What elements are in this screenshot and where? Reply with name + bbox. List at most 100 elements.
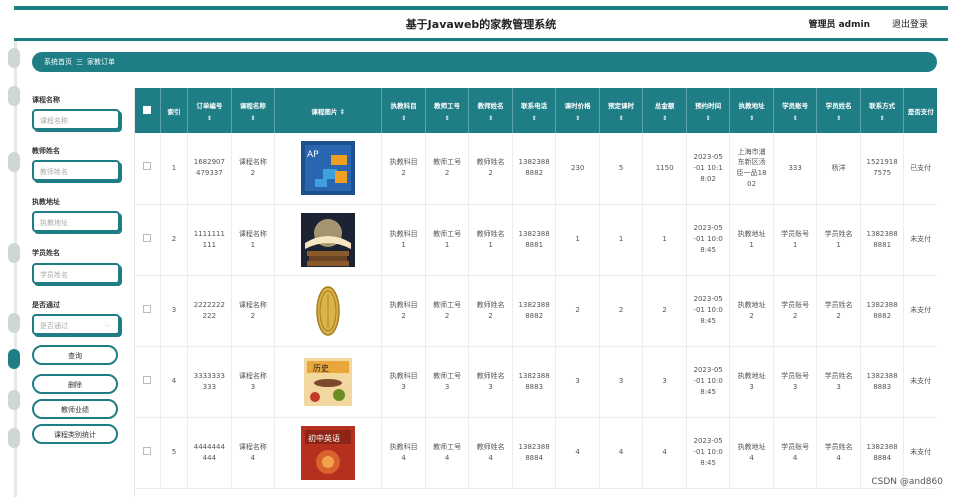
- table-cell: 1382388 8883: [512, 346, 557, 418]
- row-checkbox-cell[interactable]: [135, 133, 161, 205]
- column-header[interactable]: 执教地址 ⇕: [729, 88, 774, 133]
- table-cell: 执教地址 4: [729, 417, 774, 489]
- column-header[interactable]: 订单编号 ⇕: [187, 88, 232, 133]
- sort-icon[interactable]: ⇕: [863, 115, 902, 122]
- column-header[interactable]: 总金额 ⇕: [642, 88, 687, 133]
- course-stats-button[interactable]: 课程类别统计: [32, 424, 118, 444]
- table-cell: 已支付: [903, 133, 937, 205]
- table-cell: 教师姓名 2: [468, 275, 513, 347]
- table-row[interactable]: 3 2222222 222 课程名称 2 执教科目 2 教师工号 2 教师姓名 2 1382…: [135, 275, 937, 347]
- teach-address-input[interactable]: 执教地址: [32, 211, 120, 232]
- sort-icon[interactable]: ⇕: [732, 115, 771, 122]
- row-checkbox[interactable]: [143, 162, 152, 171]
- table-cell: 2023-05 -01 10:0 8:45: [686, 346, 731, 418]
- select-all-checkbox-cell[interactable]: [135, 88, 161, 133]
- table-row[interactable]: 5 4444444 444 课程名称 4 初中英语 执教科目 4 教师工号 4 教师姓名 4…: [135, 417, 937, 489]
- sort-icon[interactable]: ⇕: [645, 115, 684, 122]
- student-name-input[interactable]: 学员姓名: [32, 263, 120, 284]
- english-book-cover: 初中英语: [301, 425, 356, 480]
- table-cell: 学员姓名 4: [816, 417, 861, 489]
- row-checkbox-cell[interactable]: [135, 275, 161, 347]
- sort-icon[interactable]: ⇕: [515, 115, 554, 122]
- table-cell: 1382388 8882: [512, 275, 557, 347]
- gold-coin: [301, 283, 356, 338]
- table-cell: 教师工号 2: [425, 275, 470, 347]
- course-image-cell: 历史: [274, 346, 383, 418]
- column-header[interactable]: 联系方式 ⇕: [860, 88, 905, 133]
- svg-text:历史: 历史: [313, 363, 329, 373]
- approved-select[interactable]: 是否通过 ⌵: [32, 314, 120, 335]
- table-row[interactable]: 2 1111111 111 课程名称 1 执教科目 1 教师工号 1 教师姓名 1 1382…: [135, 204, 937, 276]
- sort-icon[interactable]: ⇕: [190, 115, 229, 122]
- sort-icon[interactable]: ⇕: [689, 115, 728, 122]
- watermark: CSDN @and860: [871, 477, 943, 487]
- table-cell: 2222222 222: [187, 275, 232, 347]
- select-all-checkbox[interactable]: [143, 105, 152, 114]
- table-cell: 2: [599, 275, 644, 347]
- table-cell: 3: [599, 346, 644, 418]
- row-checkbox[interactable]: [143, 304, 152, 313]
- table-cell: 2023-05 -01 10:1 8:02: [686, 133, 731, 205]
- row-checkbox-cell[interactable]: [135, 204, 161, 276]
- table-cell: 教师工号 2: [425, 133, 470, 205]
- table-cell: 教师姓名 2: [468, 133, 513, 205]
- breadcrumb-home[interactable]: 系统首页: [44, 58, 72, 66]
- delete-button[interactable]: 删除: [32, 374, 118, 394]
- column-header[interactable]: 学员账号 ⇕: [773, 88, 818, 133]
- table-cell: 课程名称 4: [231, 417, 276, 489]
- table-cell: 4: [642, 417, 687, 489]
- search-button[interactable]: 查询: [32, 345, 118, 365]
- row-checkbox[interactable]: [143, 233, 152, 242]
- row-checkbox[interactable]: [143, 375, 152, 384]
- table-row[interactable]: 1 1682907 479337 课程名称 2 AP 执教科目 2 教师工号 2 教师姓名 …: [135, 133, 937, 205]
- sort-icon[interactable]: ⇕: [471, 115, 510, 122]
- table-row[interactable]: 4 3333333 333 课程名称 3 历史 执教科目 3 教师工号 3 教师姓名 3 13…: [135, 346, 937, 418]
- column-header[interactable]: 课程图片 ⇕: [274, 88, 383, 133]
- sort-icon[interactable]: ⇕: [776, 115, 815, 122]
- table-cell: 1150: [642, 133, 687, 205]
- table-cell: 2023-05 -01 10:0 8:45: [686, 275, 731, 347]
- course-name-input[interactable]: 课程名称: [32, 109, 120, 130]
- table-cell: 1: [642, 204, 687, 276]
- table-cell: 课程名称 1: [231, 204, 276, 276]
- header: 基于Javaweb的家教管理系统 管理员 admin 退出登录: [14, 10, 948, 38]
- table-cell: 3: [555, 346, 600, 418]
- sort-icon[interactable]: ⇕: [234, 115, 273, 122]
- column-header[interactable]: 教师姓名 ⇕: [468, 88, 513, 133]
- column-header[interactable]: 联系电话 ⇕: [512, 88, 557, 133]
- table-cell: 执教科目 3: [381, 346, 426, 418]
- row-checkbox[interactable]: [143, 446, 152, 455]
- table-cell: 1382388 8883: [860, 346, 905, 418]
- logout-link[interactable]: 退出登录: [892, 17, 928, 30]
- column-header[interactable]: 课时价格 ⇕: [555, 88, 600, 133]
- table-cell: 2023-05 -01 10:0 8:45: [686, 204, 731, 276]
- table-cell: 执教科目 1: [381, 204, 426, 276]
- course-image-cell: AP: [274, 133, 383, 205]
- table-cell: 上海市浦 东新区汤 臣一品18 02: [729, 133, 774, 205]
- row-checkbox-cell[interactable]: [135, 346, 161, 418]
- edge-bubble: [8, 390, 20, 410]
- table-cell: 1382388 8881: [512, 204, 557, 276]
- column-header[interactable]: 教师工号 ⇕: [425, 88, 470, 133]
- column-header[interactable]: 预定课时 ⇕: [599, 88, 644, 133]
- sort-icon[interactable]: ⇕: [819, 115, 858, 122]
- sort-icon[interactable]: ⇕: [340, 108, 345, 116]
- chevron-down-icon: ⌵: [104, 321, 110, 329]
- app-window: 基于Javaweb的家教管理系统 管理员 admin 退出登录 系统首页三家教订…: [0, 0, 957, 497]
- sort-icon[interactable]: ⇕: [428, 115, 467, 122]
- column-header[interactable]: 执教科目 ⇕: [381, 88, 426, 133]
- column-header[interactable]: 学员姓名 ⇕: [816, 88, 861, 133]
- column-header[interactable]: 课程名称 ⇕: [231, 88, 276, 133]
- teacher-name-input[interactable]: 教师姓名: [32, 160, 120, 181]
- table-cell: 1382388 8882: [512, 133, 557, 205]
- column-header[interactable]: 预约时间 ⇕: [686, 88, 731, 133]
- sort-icon[interactable]: ⇕: [602, 115, 641, 122]
- teacher-performance-button[interactable]: 教师业绩: [32, 399, 118, 419]
- table-cell: 课程名称 2: [231, 133, 276, 205]
- course-image-cell: 初中英语: [274, 417, 383, 489]
- sort-icon[interactable]: ⇕: [384, 115, 423, 122]
- row-checkbox-cell[interactable]: [135, 417, 161, 489]
- sort-icon[interactable]: ⇕: [558, 115, 597, 122]
- table-cell: 3: [642, 346, 687, 418]
- table-cell: 2: [642, 275, 687, 347]
